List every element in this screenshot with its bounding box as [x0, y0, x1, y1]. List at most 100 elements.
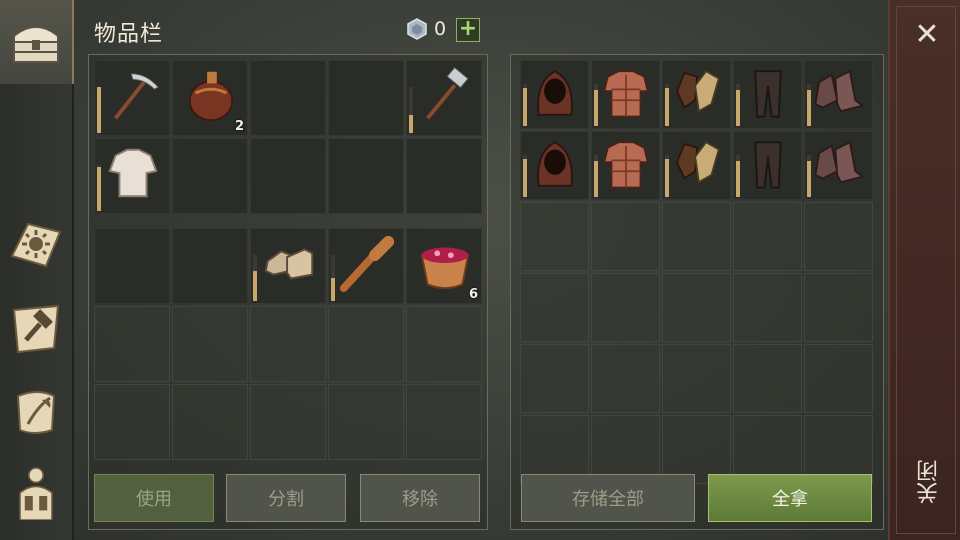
- durability-bar: [665, 84, 669, 126]
- durability-bar: [97, 87, 101, 133]
- bag-slot[interactable]: [172, 384, 248, 460]
- storage-slot[interactable]: [662, 202, 731, 271]
- durability-bar: [253, 255, 257, 301]
- character-backpack-icon: [19, 467, 53, 520]
- storage-slot[interactable]: [804, 344, 873, 413]
- storage-slot[interactable]: [804, 273, 873, 342]
- hotbar-slot[interactable]: 2: [172, 60, 248, 136]
- durability-bar: [523, 155, 527, 197]
- bag-slot[interactable]: [406, 384, 482, 460]
- storage-slot[interactable]: [733, 131, 802, 200]
- bag-slot[interactable]: [172, 306, 248, 382]
- hood-icon: [537, 141, 573, 187]
- close-icon[interactable]: ✕: [912, 20, 942, 50]
- bag-slot[interactable]: [172, 228, 248, 304]
- close-label[interactable]: 关闭: [914, 460, 942, 504]
- shirt-icon: [108, 148, 158, 198]
- durability-bar: [736, 155, 740, 197]
- side-rail: [0, 0, 74, 540]
- hotbar-slot[interactable]: [250, 138, 326, 214]
- hotbar-slot[interactable]: [250, 60, 326, 136]
- durability-fill: [523, 159, 527, 197]
- storage-slot[interactable]: [733, 273, 802, 342]
- hotbar-slot[interactable]: [406, 60, 482, 136]
- rail-tab-crafting[interactable]: [0, 296, 72, 362]
- store-all-button[interactable]: 存储全部: [521, 474, 695, 522]
- hotbar-slot[interactable]: [406, 138, 482, 214]
- durability-bar: [807, 155, 811, 197]
- inventory-chest-icon: [13, 26, 59, 63]
- page-title: 物品栏: [94, 22, 164, 47]
- close-panel-frame: [896, 6, 956, 534]
- durability-fill: [97, 167, 101, 211]
- storage-slot[interactable]: [520, 60, 589, 129]
- storage-slot[interactable]: [520, 344, 589, 413]
- bag-slot[interactable]: [250, 228, 326, 304]
- hotbar-slot[interactable]: [328, 138, 404, 214]
- bag-slot[interactable]: 6: [406, 228, 482, 304]
- storage-slot[interactable]: [591, 273, 660, 342]
- durability-fill: [594, 161, 598, 197]
- rail-tab-character[interactable]: [0, 460, 72, 540]
- durability-fill: [331, 278, 335, 301]
- durability-bar: [807, 84, 811, 126]
- rail-tab-inventory[interactable]: [0, 0, 74, 84]
- pants-icon: [754, 70, 782, 118]
- storage-slot[interactable]: [733, 344, 802, 413]
- durability-fill: [97, 87, 101, 133]
- storage-slot[interactable]: [733, 202, 802, 271]
- hotbar-slot[interactable]: [94, 60, 170, 136]
- add-currency-button[interactable]: +: [456, 18, 480, 42]
- durability-fill: [807, 90, 811, 126]
- rail-tab-journal[interactable]: [0, 210, 72, 276]
- scroll-quill-icon: [16, 391, 56, 434]
- bag-slot[interactable]: [328, 384, 404, 460]
- durability-bar: [594, 155, 598, 197]
- remove-button[interactable]: 移除: [360, 474, 480, 522]
- gloves-icon: [676, 70, 720, 113]
- storage-grid: [520, 60, 873, 484]
- storage-slot[interactable]: [591, 344, 660, 413]
- storage-slot[interactable]: [804, 202, 873, 271]
- durability-bar: [97, 165, 101, 211]
- club-icon: [339, 235, 395, 293]
- storage-slot[interactable]: [804, 60, 873, 129]
- currency-count: 0: [434, 18, 447, 40]
- storage-slot[interactable]: [804, 131, 873, 200]
- storage-slot[interactable]: [520, 202, 589, 271]
- gem-currency-icon: [407, 18, 427, 40]
- bag-slot[interactable]: [328, 228, 404, 304]
- bag-slot[interactable]: [94, 228, 170, 304]
- bag-slot[interactable]: [250, 384, 326, 460]
- hotbar-slot[interactable]: [328, 60, 404, 136]
- storage-slot[interactable]: [591, 131, 660, 200]
- bag-slot[interactable]: [406, 306, 482, 382]
- take-all-button[interactable]: 全拿: [708, 474, 872, 522]
- bag-slot[interactable]: [328, 306, 404, 382]
- bag-slot[interactable]: [94, 384, 170, 460]
- durability-bar: [409, 87, 413, 133]
- close-panel[interactable]: ✕ 关闭: [888, 0, 960, 540]
- boots-light-icon: [264, 248, 314, 280]
- bag-slot[interactable]: [94, 306, 170, 382]
- storage-slot[interactable]: [662, 60, 731, 129]
- storage-slot[interactable]: [520, 273, 589, 342]
- storage-slot[interactable]: [662, 273, 731, 342]
- use-button[interactable]: 使用: [94, 474, 214, 522]
- storage-slot[interactable]: [520, 131, 589, 200]
- durability-bar: [594, 84, 598, 126]
- storage-slot[interactable]: [733, 60, 802, 129]
- storage-slot[interactable]: [662, 344, 731, 413]
- boots-icon: [814, 69, 865, 113]
- storage-slot[interactable]: [591, 202, 660, 271]
- durability-fill: [409, 114, 413, 133]
- hotbar-slot[interactable]: [94, 138, 170, 214]
- storage-slot[interactable]: [662, 131, 731, 200]
- hotbar-slot[interactable]: [172, 138, 248, 214]
- hammer-icon: [426, 66, 469, 120]
- storage-slot[interactable]: [591, 60, 660, 129]
- split-button[interactable]: 分割: [226, 474, 346, 522]
- flask-icon: [188, 71, 234, 122]
- rail-tab-recipes[interactable]: [0, 380, 72, 446]
- bag-slot[interactable]: [250, 306, 326, 382]
